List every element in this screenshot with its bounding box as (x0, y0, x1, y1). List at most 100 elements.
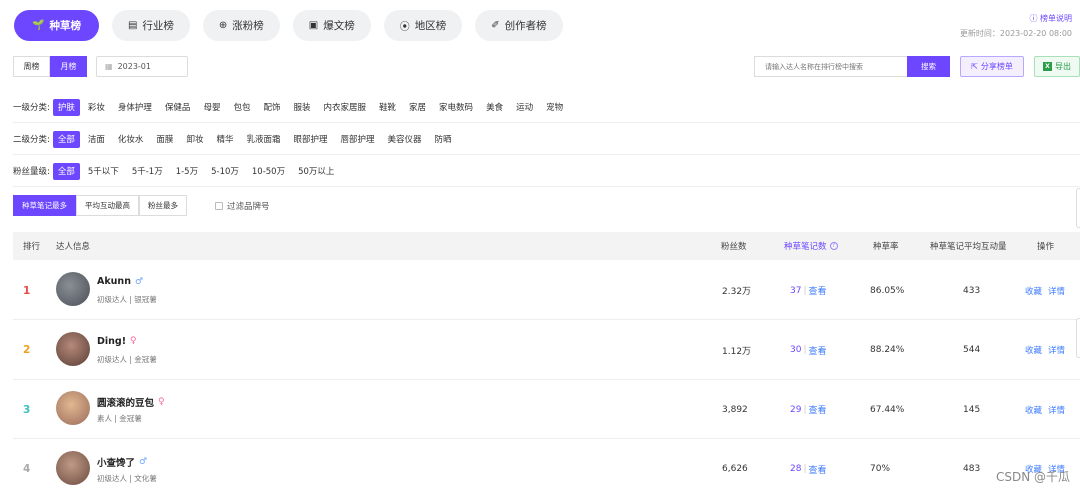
header-avg-interaction[interactable]: 种草笔记平均互动量 (930, 232, 1007, 260)
filter-option[interactable]: 宠物 (541, 99, 568, 116)
table-row: 2 Ding! ♀ 初级达人 | 金冠薯 1.12万 30 | 查看 88.24… (13, 321, 1080, 380)
filter-option[interactable]: 5千以下 (83, 163, 124, 180)
seeding-rate: 67.44% (870, 404, 905, 415)
sort-highest-avg-interaction[interactable]: 平均互动最高 (76, 195, 139, 216)
export-button[interactable]: X 导出 (1034, 56, 1080, 77)
filter-option[interactable]: 洁面 (83, 131, 110, 148)
filter-option[interactable]: 5-10万 (206, 163, 244, 180)
view-notes-link[interactable]: 查看 (809, 344, 827, 357)
filter-label: 二级分类: (13, 135, 50, 145)
kol-name[interactable]: 小查馋了 (97, 455, 135, 469)
rank-help-link[interactable]: ⓘ 榜单说明 (1029, 13, 1072, 24)
filter-option[interactable]: 1-5万 (171, 163, 203, 180)
header-seeding-rate[interactable]: 种草率 (873, 232, 899, 260)
detail-link[interactable]: 详情 (1048, 285, 1065, 297)
briefcase-icon: ▤ (127, 20, 138, 31)
avatar[interactable] (56, 391, 90, 425)
kol-name[interactable]: 圆滚滚的豆包 (97, 395, 154, 409)
avatar[interactable] (56, 272, 90, 306)
filter-option[interactable]: 唇部护理 (336, 131, 380, 148)
filter-option[interactable]: 卸妆 (181, 131, 208, 148)
separator: | (803, 285, 807, 296)
avatar[interactable] (56, 331, 90, 366)
filter-label: 一级分类: (13, 103, 50, 113)
month-rank-button[interactable]: 月榜 (50, 56, 87, 77)
header-actions: 操作 (1037, 242, 1055, 252)
sprout-icon: 🌱 (32, 20, 45, 31)
kol-name[interactable]: Ding! (97, 336, 126, 347)
filter-option[interactable]: 全部 (52, 162, 80, 180)
sort-most-fans[interactable]: 粉丝最多 (139, 195, 187, 216)
kol-name-line: 小查馋了 ♂ (97, 455, 147, 469)
excel-icon: X (1043, 62, 1052, 71)
header-fans[interactable]: 粉丝数 (721, 232, 747, 260)
detail-link[interactable]: 详情 (1048, 344, 1065, 356)
tab-viral-post-rank[interactable]: ▣ 爆文榜 (292, 10, 371, 41)
fans-count: 1.12万 (722, 346, 752, 357)
filter-option[interactable]: 配饰 (258, 99, 285, 116)
filter-option[interactable]: 保健品 (160, 99, 196, 116)
checkbox-icon (215, 202, 223, 210)
favorite-link[interactable]: 收藏 (1025, 404, 1042, 416)
view-notes-link[interactable]: 查看 (809, 403, 827, 416)
filter-option[interactable]: 内衣家居服 (319, 99, 372, 116)
filter-option[interactable]: 5千-1万 (127, 163, 168, 180)
filter-option[interactable]: 服装 (288, 99, 315, 116)
avg-interaction: 433 (963, 285, 981, 296)
filter-option[interactable]: 鞋靴 (374, 99, 401, 116)
tab-creator-rank[interactable]: ✐ 创作者榜 (475, 10, 563, 41)
tab-industry-rank[interactable]: ▤ 行业榜 (111, 10, 190, 41)
header-kol-info: 达人信息 (56, 242, 91, 252)
filter-option[interactable]: 全部 (52, 130, 80, 148)
filter-option[interactable]: 包包 (228, 99, 255, 116)
week-rank-button[interactable]: 周榜 (13, 56, 50, 77)
filter-option[interactable]: 美食 (481, 99, 508, 116)
filter-option[interactable]: 眼部护理 (288, 131, 332, 148)
table-header: 排行 达人信息 粉丝数 种草笔记数? 种草率 种草笔记平均互动量 操作 (13, 232, 1080, 260)
detail-link[interactable]: 详情 (1048, 404, 1065, 416)
side-drawer-handle[interactable] (1076, 188, 1080, 228)
filter-option[interactable]: 美容仪器 (383, 131, 427, 148)
search-input[interactable] (754, 56, 908, 77)
share-rank-button[interactable]: ⇱ 分享榜单 (960, 56, 1024, 77)
filter-option[interactable]: 乳液面霜 (241, 131, 285, 148)
separator: | (803, 404, 807, 415)
filter-option[interactable]: 家居 (404, 99, 431, 116)
filter-option[interactable]: 运动 (511, 99, 538, 116)
side-drawer-handle[interactable] (1076, 318, 1080, 358)
filter-brand-checkbox[interactable]: 过滤品牌号 (215, 200, 270, 212)
header-seeding-notes[interactable]: 种草笔记数? (784, 232, 838, 260)
favorite-link[interactable]: 收藏 (1025, 285, 1042, 297)
filter-option[interactable]: 护肤 (52, 98, 80, 116)
notes-count: 37 (790, 285, 802, 296)
filter-option[interactable]: 50万以上 (293, 163, 339, 180)
view-notes-link[interactable]: 查看 (809, 284, 827, 297)
update-time: 更新时间：2023-02-20 08:00 (959, 29, 1072, 38)
kol-tags: 素人 | 金冠薯 (97, 414, 142, 423)
filter-option[interactable]: 母婴 (198, 99, 225, 116)
kol-name-line: Akunn ♂ (97, 276, 143, 287)
filter-option[interactable]: 身体护理 (113, 99, 157, 116)
view-notes-link[interactable]: 查看 (809, 463, 827, 476)
filter-option[interactable]: 精华 (211, 131, 238, 148)
favorite-link[interactable]: 收藏 (1025, 344, 1042, 356)
tab-fans-growth-rank[interactable]: ⊕ 涨粉榜 (202, 10, 280, 41)
kol-name[interactable]: Akunn (97, 276, 131, 287)
filter-option[interactable]: 面膜 (151, 131, 178, 148)
search-button[interactable]: 搜索 (907, 56, 950, 77)
tab-seeding-rank[interactable]: 🌱 种草榜 (14, 10, 99, 41)
month-picker[interactable]: ▦ 2023-01 (96, 56, 188, 77)
sort-most-seeding-notes[interactable]: 种草笔记最多 (13, 195, 76, 216)
filter-option[interactable]: 化妆水 (113, 131, 149, 148)
tab-region-rank[interactable]: ⦿ 地区榜 (383, 10, 463, 41)
filter-option[interactable]: 防晒 (430, 131, 457, 148)
avatar[interactable] (56, 450, 90, 485)
seeding-notes-cell: 30 | 查看 (790, 321, 827, 380)
plus-circle-icon: ⊕ (218, 20, 228, 31)
filter-option[interactable]: 10-50万 (247, 163, 290, 180)
filter-option[interactable]: 家电数码 (434, 99, 478, 116)
info-icon[interactable]: ? (829, 242, 838, 250)
filter-option[interactable]: 彩妆 (83, 99, 110, 116)
female-icon: ♀ (130, 336, 137, 346)
fans-level-filter: 粉丝量级: 全部 5千以下 5千-1万 1-5万 5-10万 10-50万 50万以上 (13, 162, 342, 180)
